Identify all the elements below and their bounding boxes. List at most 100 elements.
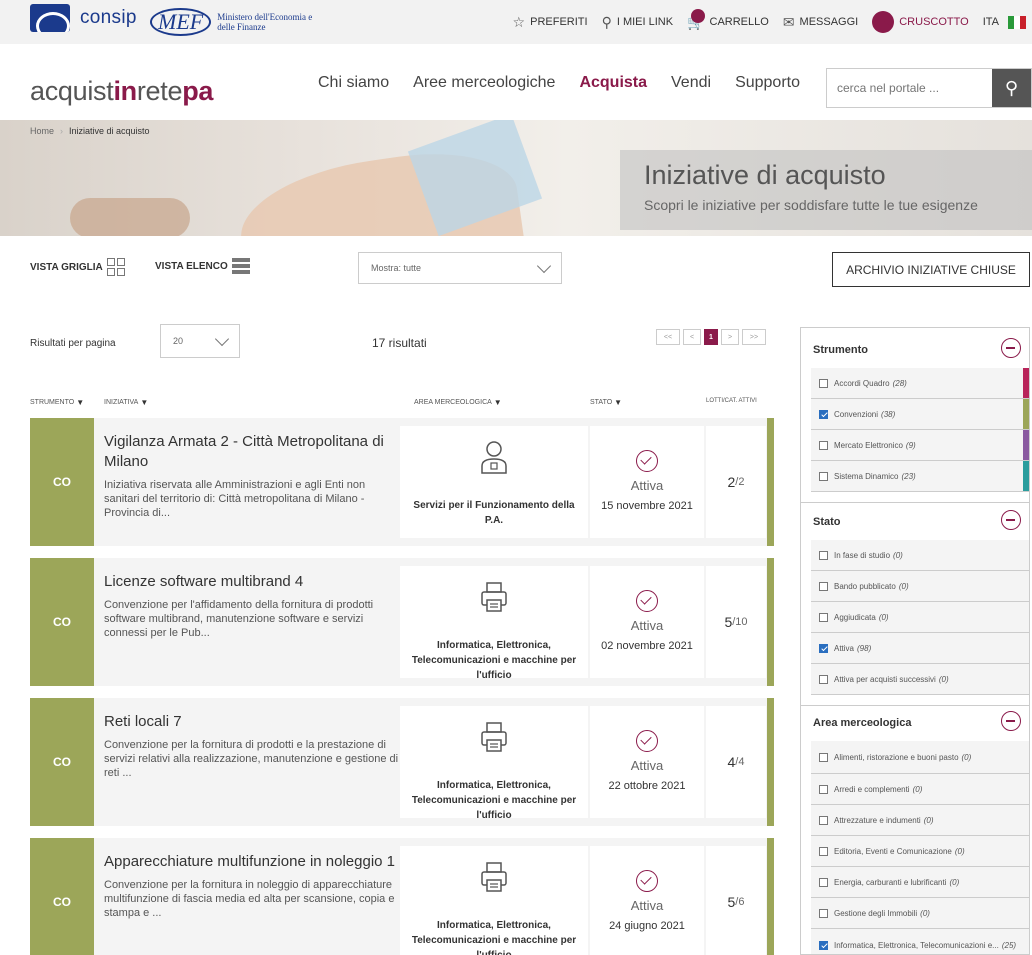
- filter-item[interactable]: Gestione degli Immobili (0): [811, 898, 1029, 929]
- result-row[interactable]: CO Vigilanza Armata 2 - Città Metropolita…: [30, 418, 774, 546]
- checkbox[interactable]: [819, 877, 828, 887]
- filter-item[interactable]: Energia, carburanti e lubrificanti (0): [811, 867, 1029, 898]
- brand-part: pa: [182, 76, 214, 106]
- row-status: Attiva: [630, 618, 664, 633]
- consip-logo-mark: [30, 4, 70, 32]
- mef-logo[interactable]: MEF Ministero dell'Economia e delle Fina…: [150, 8, 327, 36]
- collapse-stato-icon[interactable]: [1001, 510, 1021, 530]
- filter-item[interactable]: Alimenti, ristorazione e buoni pasto (0): [811, 741, 1029, 774]
- menu-vendi[interactable]: Vendi: [671, 74, 711, 92]
- header-label: INIZIATIVA: [104, 399, 139, 406]
- checkbox[interactable]: [819, 784, 828, 794]
- filter-item[interactable]: Attiva per acquisti successivi (0): [811, 664, 1029, 695]
- filter-item[interactable]: Editoria, Eventi e Comunicazione (0): [811, 836, 1029, 867]
- vista-griglia-label: VISTA GRIGLIA: [30, 261, 103, 273]
- carrello-label: CARRELLO: [709, 16, 769, 28]
- filter-item[interactable]: Bando pubblicato (0): [811, 571, 1029, 602]
- column-header-iniziativa[interactable]: INIZIATIVA ▼: [104, 398, 148, 407]
- italy-flag-icon: [1008, 15, 1026, 29]
- filter-item[interactable]: Informatica, Elettronica, Telecomunicazi…: [811, 929, 1029, 954]
- search-input[interactable]: [827, 69, 992, 107]
- menu-acquista[interactable]: Acquista: [579, 74, 647, 92]
- pager-prev[interactable]: <: [683, 329, 701, 345]
- checkbox[interactable]: [819, 550, 828, 560]
- filter-count: (0): [898, 581, 909, 591]
- checkbox[interactable]: [819, 581, 828, 591]
- filter-item[interactable]: Aggiudicata (0): [811, 602, 1029, 633]
- archivio-iniziative-chiuse-button[interactable]: ARCHIVIO INIZIATIVE CHIUSE: [832, 252, 1030, 287]
- filter-label: Gestione degli Immobili: [834, 908, 918, 918]
- filter-item[interactable]: Arredi e complementi (0): [811, 774, 1029, 805]
- brand-part: acquist: [30, 76, 114, 106]
- vista-elenco-button[interactable]: VISTA ELENCO: [155, 258, 250, 274]
- collapse-strumento-icon[interactable]: [1001, 338, 1021, 358]
- pager-first[interactable]: <<: [656, 329, 680, 345]
- checkbox[interactable]: [819, 440, 828, 450]
- cruscotto-link[interactable]: TC CRUSCOTTO: [872, 11, 969, 33]
- checkbox[interactable]: [819, 378, 828, 388]
- lots-total: /4: [735, 756, 745, 768]
- language-selector[interactable]: ITA: [983, 15, 1026, 29]
- menu-chi-siamo[interactable]: Chi siamo: [318, 74, 389, 92]
- pager-last[interactable]: >>: [742, 329, 766, 345]
- checkbox[interactable]: [819, 674, 828, 684]
- messaggi-link[interactable]: ✉ MESSAGGI: [783, 14, 858, 31]
- lots-active: 5: [724, 614, 733, 630]
- result-row[interactable]: CO Apparecchiature multifunzione in noleg…: [30, 838, 774, 955]
- filter-count: (98): [857, 643, 872, 653]
- cruscotto-label: CRUSCOTTO: [899, 16, 969, 28]
- filter-count: (25): [1001, 941, 1017, 950]
- menu-aree-merceologiche[interactable]: Aree merceologiche: [413, 74, 555, 92]
- checkbox[interactable]: [819, 752, 828, 762]
- preferiti-label: PREFERITI: [530, 16, 588, 28]
- checkbox-checked[interactable]: [819, 941, 828, 950]
- row-title[interactable]: Reti locali 7: [104, 712, 400, 732]
- pager-current[interactable]: 1: [704, 329, 718, 345]
- preferiti-link[interactable]: ☆ PREFERITI: [513, 14, 588, 31]
- column-header-stato[interactable]: STATO ▼: [590, 398, 622, 407]
- checkbox[interactable]: [819, 815, 828, 825]
- filter-count: (0): [912, 784, 923, 794]
- person-icon: [479, 440, 509, 474]
- lots-active: 5: [727, 894, 736, 910]
- row-title[interactable]: Licenze software multibrand 4: [104, 572, 400, 592]
- results-per-page-select[interactable]: 20: [160, 324, 240, 358]
- filter-item[interactable]: Attiva (98): [811, 633, 1029, 664]
- search-button[interactable]: ⚲: [992, 69, 1031, 107]
- column-header-area[interactable]: AREA MERCEOLOGICA ▼: [414, 398, 502, 407]
- checkbox-checked[interactable]: [819, 409, 828, 419]
- checkbox[interactable]: [819, 908, 828, 918]
- column-header-strumento[interactable]: STRUMENTO ▼: [30, 398, 84, 407]
- imiei-link[interactable]: ⚲ I MIEI LINK: [602, 14, 674, 31]
- consip-logo[interactable]: consip: [30, 4, 137, 32]
- row-title[interactable]: Vigilanza Armata 2 - Città Metropolitana…: [104, 432, 400, 472]
- filter-item[interactable]: Attrezzature e indumenti (0): [811, 805, 1029, 836]
- result-row[interactable]: CO Licenze software multibrand 4 Convenzio…: [30, 558, 774, 686]
- filter-label: Mercato Elettronico: [834, 440, 903, 450]
- filter-item[interactable]: Sistema Dinamico (23): [811, 461, 1029, 492]
- checkbox[interactable]: [819, 846, 828, 856]
- row-date: 02 novembre 2021: [601, 640, 693, 652]
- checkbox-checked[interactable]: [819, 643, 828, 653]
- filter-text: Accordi Quadro (28): [834, 379, 907, 388]
- row-title[interactable]: Apparecchiature multifunzione in noleggi…: [104, 852, 400, 872]
- row-lots: 5/6: [706, 846, 766, 955]
- checkbox[interactable]: [819, 471, 828, 481]
- menu-supporto[interactable]: Supporto: [735, 74, 800, 92]
- collapse-area-icon[interactable]: [1001, 711, 1021, 731]
- result-row[interactable]: CO Reti locali 7 Convenzione per la fornit…: [30, 698, 774, 826]
- breadcrumb-home[interactable]: Home: [30, 126, 54, 136]
- pager-next[interactable]: >: [721, 329, 739, 345]
- filter-item[interactable]: Mercato Elettronico (9): [811, 430, 1029, 461]
- vista-griglia-button[interactable]: VISTA GRIGLIA: [30, 258, 125, 276]
- filter-item[interactable]: Convenzioni (38): [811, 399, 1029, 430]
- row-info: Reti locali 7 Convenzione per la fornitur…: [104, 712, 400, 780]
- mostra-select[interactable]: Mostra: tutte: [358, 252, 562, 284]
- filter-item[interactable]: In fase di studio (0): [811, 540, 1029, 571]
- star-icon: ☆: [512, 13, 526, 30]
- row-category-cell: Informatica, Elettronica, Telecomunicazi…: [400, 706, 588, 821]
- acquistinretepa-logo[interactable]: acquistinretepa: [30, 76, 213, 107]
- filter-item[interactable]: Accordi Quadro (28): [811, 368, 1029, 399]
- carrello-link[interactable]: 🛒CARRELLO: [687, 8, 769, 31]
- checkbox[interactable]: [819, 612, 828, 622]
